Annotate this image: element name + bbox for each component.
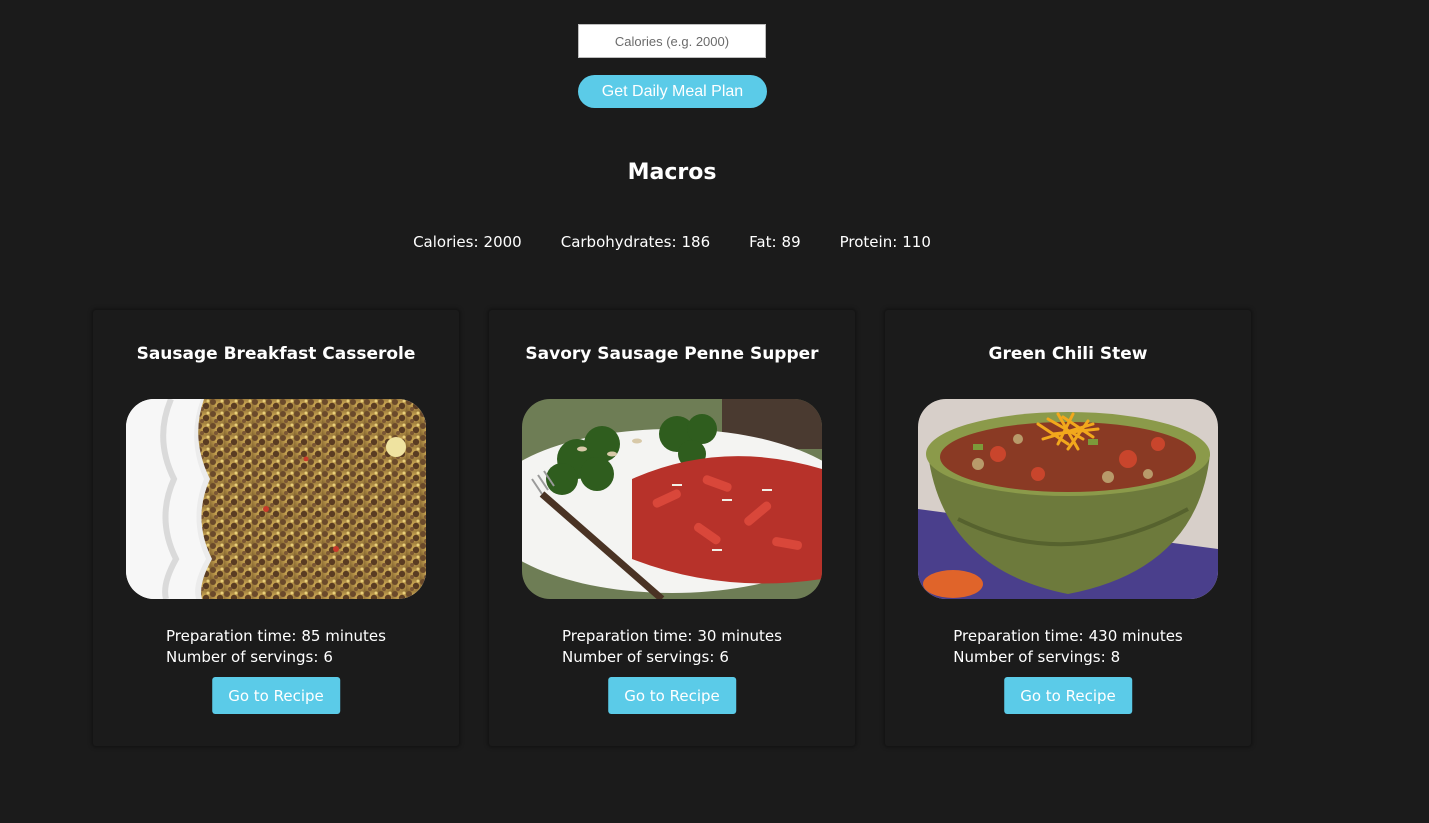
penne-photo bbox=[522, 399, 822, 599]
prep-time-value: 30 minutes bbox=[697, 627, 782, 645]
prep-time: Preparation time: 430 minutes bbox=[953, 626, 1183, 647]
meal-info: Preparation time: 430 minutes Number of … bbox=[885, 626, 1251, 668]
prep-time-value: 430 minutes bbox=[1088, 627, 1183, 645]
macro-label: Protein: bbox=[839, 233, 898, 251]
meal-info: Preparation time: 30 minutes Number of s… bbox=[489, 626, 855, 668]
stew-photo bbox=[918, 399, 1218, 599]
servings-label: Number of servings: bbox=[953, 648, 1106, 666]
prep-time-value: 85 minutes bbox=[301, 627, 386, 645]
prep-time-label: Preparation time: bbox=[953, 627, 1084, 645]
macro-label: Carbohydrates: bbox=[560, 233, 677, 251]
prep-time: Preparation time: 85 minutes bbox=[166, 626, 386, 647]
macro-value: 89 bbox=[781, 233, 801, 251]
macros-title: Macros bbox=[627, 160, 717, 185]
macro-value: 110 bbox=[902, 233, 931, 251]
servings-label: Number of servings: bbox=[166, 648, 319, 666]
meal-info: Preparation time: 85 minutes Number of s… bbox=[93, 626, 459, 668]
meal-card-penne: Savory Sausage Penne Supper Preparation … bbox=[489, 310, 855, 746]
macro-value: 186 bbox=[681, 233, 711, 251]
meal-card-breakfast: Sausage Breakfast Casserole Preparation … bbox=[93, 310, 459, 746]
servings: Number of servings: 8 bbox=[953, 647, 1183, 668]
servings: Number of servings: 6 bbox=[166, 647, 386, 668]
get-daily-meal-plan-button[interactable]: Get Daily Meal Plan bbox=[578, 75, 767, 108]
prep-time-label: Preparation time: bbox=[562, 627, 693, 645]
servings-value: 6 bbox=[323, 648, 333, 666]
meal-title: Sausage Breakfast Casserole bbox=[136, 344, 416, 364]
macro-protein: Protein: 110 bbox=[840, 233, 931, 251]
meal-title: Green Chili Stew bbox=[988, 344, 1148, 364]
macro-calories: Calories: 2000 bbox=[413, 233, 522, 251]
calories-input[interactable] bbox=[578, 24, 766, 58]
prep-time-label: Preparation time: bbox=[166, 627, 297, 645]
meal-card-stew: Green Chili Stew Preparation time: 430 m… bbox=[885, 310, 1251, 746]
meal-title: Savory Sausage Penne Supper bbox=[525, 344, 819, 364]
go-to-recipe-button[interactable]: Go to Recipe bbox=[608, 677, 736, 714]
prep-time: Preparation time: 30 minutes bbox=[562, 626, 782, 647]
macro-carbohydrates: Carbohydrates: 186 bbox=[561, 233, 710, 251]
macro-label: Calories: bbox=[413, 233, 479, 251]
servings: Number of servings: 6 bbox=[562, 647, 782, 668]
servings-value: 6 bbox=[719, 648, 729, 666]
casserole-photo bbox=[126, 399, 426, 599]
servings-label: Number of servings: bbox=[562, 648, 715, 666]
macro-fat: Fat: 89 bbox=[749, 233, 800, 251]
meal-planner-page: Get Daily Meal Plan Macros Calories: 200… bbox=[0, 0, 1429, 823]
go-to-recipe-button[interactable]: Go to Recipe bbox=[1004, 677, 1132, 714]
macros-summary: Calories: 2000 Carbohydrates: 186 Fat: 8… bbox=[0, 233, 1344, 251]
go-to-recipe-button[interactable]: Go to Recipe bbox=[212, 677, 340, 714]
macro-value: 2000 bbox=[483, 233, 522, 251]
servings-value: 8 bbox=[1110, 648, 1121, 666]
macro-label: Fat: bbox=[749, 233, 777, 251]
